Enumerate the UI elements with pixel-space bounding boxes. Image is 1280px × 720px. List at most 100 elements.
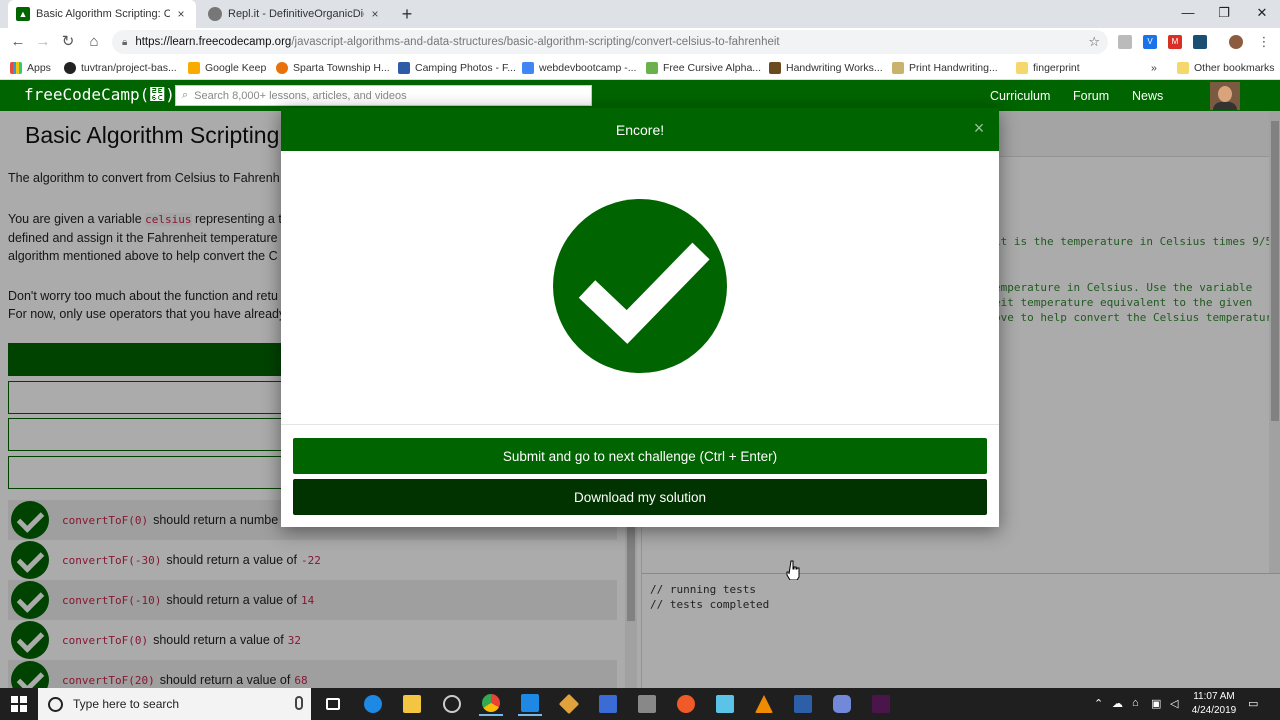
close-icon[interactable]: × <box>971 119 987 137</box>
reload-icon[interactable]: ↻ <box>58 32 78 52</box>
bookmark-label: tuvtran/project-bas... <box>81 62 177 74</box>
extension-icon[interactable] <box>1193 35 1207 49</box>
bookmark-fingerprint[interactable]: fingerprint <box>1016 60 1080 76</box>
folder-icon <box>1016 62 1028 74</box>
tray-app-icon[interactable]: ⌂ <box>1132 697 1139 709</box>
chrome-icon[interactable] <box>479 692 503 716</box>
url-domain: https://learn.freecodecamp.org <box>135 36 292 48</box>
close-tab-icon[interactable]: × <box>368 7 382 21</box>
powershell-icon[interactable] <box>791 692 815 716</box>
bookmark-star-icon[interactable]: ☆ <box>1088 34 1100 50</box>
modal-body <box>281 151 999 425</box>
onedrive-icon[interactable]: ☁ <box>1112 697 1123 710</box>
bookmarks-bar: Apps tuvtran/project-bas... Google Keep … <box>0 56 1280 80</box>
modal-title: Encore! <box>615 121 665 138</box>
other-bookmarks[interactable]: Other bookmarks <box>1177 60 1275 76</box>
tab-title: Basic Algorithm Scripting: Conve <box>36 8 170 20</box>
download-solution-button[interactable]: Download my solution <box>293 479 987 515</box>
bookmark-camping[interactable]: Camping Photos - F... <box>398 60 516 76</box>
search-placeholder: Search 8,000+ lessons, articles, and vid… <box>194 89 407 102</box>
app-icon[interactable] <box>674 692 698 716</box>
bookmark-label: Free Cursive Alpha... <box>663 62 762 74</box>
fcc-favicon-icon: ▲ <box>16 7 30 21</box>
bookmark-handwriting[interactable]: Handwriting Works... <box>769 60 883 76</box>
gmail-extension-icon[interactable]: M <box>1168 35 1182 49</box>
fcc-logo[interactable]: freeCodeCamp(⹬) <box>24 85 175 104</box>
nav-news[interactable]: News <box>1132 89 1163 103</box>
nav-curriculum[interactable]: Curriculum <box>990 89 1050 103</box>
restore-icon[interactable]: ❐ <box>1212 3 1236 23</box>
profile-avatar-icon[interactable] <box>1229 35 1243 49</box>
slack-icon[interactable] <box>869 692 893 716</box>
app-icon[interactable] <box>440 692 464 716</box>
fcc-search-input[interactable]: ⌕ Search 8,000+ lessons, articles, and v… <box>175 85 592 106</box>
google-keep-icon <box>188 62 200 74</box>
hand-cursor-icon <box>786 560 800 580</box>
folder-icon <box>1177 62 1189 74</box>
cortana-icon <box>48 696 63 712</box>
apps-grid-icon <box>10 62 22 74</box>
nav-forum[interactable]: Forum <box>1073 89 1109 103</box>
graduation-cap-icon <box>769 62 781 74</box>
close-tab-icon[interactable]: × <box>174 7 188 21</box>
browser-tab[interactable]: Repl.it - DefinitiveOrganicDiction × <box>200 0 390 28</box>
notifications-icon[interactable]: ▭ <box>1248 697 1258 710</box>
url-path: /javascript-algorithms-and-data-structur… <box>291 36 780 48</box>
photo-icon <box>398 62 410 74</box>
start-button[interactable] <box>0 688 38 720</box>
microphone-icon[interactable] <box>295 696 303 710</box>
user-avatar[interactable] <box>1210 82 1240 110</box>
bookmark-cursive[interactable]: Free Cursive Alpha... <box>646 60 761 76</box>
forward-icon[interactable]: → <box>33 32 53 52</box>
extension-icon[interactable]: V <box>1143 35 1157 49</box>
bookmark-sparta[interactable]: Sparta Township H... <box>276 60 390 76</box>
calculator-icon[interactable] <box>635 692 659 716</box>
tab-title: Repl.it - DefinitiveOrganicDiction <box>228 8 364 20</box>
bookmarks-overflow-icon[interactable]: » <box>1151 60 1157 76</box>
vscode-icon[interactable] <box>518 692 542 716</box>
bookmark-print-handwriting[interactable]: Print Handwriting... <box>892 60 998 76</box>
browser-tab-strip: ▲ Basic Algorithm Scripting: Conve × Rep… <box>0 0 1280 28</box>
bookmark-google-keep[interactable]: Google Keep <box>188 60 266 76</box>
bookmark-label: Print Handwriting... <box>909 62 998 74</box>
extension-icon[interactable] <box>1118 35 1132 49</box>
git-icon[interactable] <box>557 692 581 716</box>
fcc-navbar: freeCodeCamp(⹬) ⌕ Search 8,000+ lessons,… <box>0 80 1280 111</box>
menu-dots-icon[interactable]: ⋮ <box>1254 32 1274 52</box>
replit-favicon-icon <box>208 7 222 21</box>
bookmark-label: Other bookmarks <box>1194 62 1275 74</box>
page-content: freeCodeCamp(⹬) ⌕ Search 8,000+ lessons,… <box>0 80 1280 688</box>
file-explorer-icon[interactable] <box>400 692 424 716</box>
submit-next-challenge-button[interactable]: Submit and go to next challenge (Ctrl + … <box>293 438 987 474</box>
address-bar[interactable]: 🔒︎ https://learn.freecodecamp.org/javasc… <box>112 30 1108 54</box>
cursive-icon <box>646 62 658 74</box>
bookmark-label: Sparta Township H... <box>293 62 390 74</box>
window-close-icon[interactable]: ✕ <box>1250 3 1274 23</box>
completion-modal: Encore! × Submit and go to next challeng… <box>281 108 999 527</box>
bookmark-github[interactable]: tuvtran/project-bas... <box>64 60 177 76</box>
bookmark-apps[interactable]: Apps <box>10 60 51 76</box>
taskbar-search[interactable]: Type here to search <box>38 688 311 720</box>
vlc-icon[interactable] <box>752 692 776 716</box>
minimize-icon[interactable]: — <box>1176 3 1200 23</box>
network-icon[interactable]: ▣ <box>1151 697 1161 710</box>
task-view-icon[interactable] <box>321 692 345 716</box>
browser-toolbar: ← → ↻ ⌂ 🔒︎ https://learn.freecodecamp.or… <box>0 28 1280 56</box>
back-icon[interactable]: ← <box>8 32 28 52</box>
tray-overflow-icon[interactable]: ⌃ <box>1094 697 1103 710</box>
home-icon[interactable]: ⌂ <box>84 32 104 52</box>
success-check-icon <box>553 199 727 373</box>
app-icon[interactable] <box>713 692 737 716</box>
github-icon <box>64 62 76 74</box>
bookmark-webdev[interactable]: webdevbootcamp -... <box>522 60 636 76</box>
bookmark-label: Apps <box>27 62 51 74</box>
browser-tab-active[interactable]: ▲ Basic Algorithm Scripting: Conve × <box>8 0 196 28</box>
discord-icon[interactable] <box>830 692 854 716</box>
volume-icon[interactable]: ◁ <box>1170 697 1178 710</box>
taskbar-clock[interactable]: 11:07 AM 4/24/2019 <box>1190 690 1238 718</box>
windows-taskbar: Type here to search ⌃ ☁ ⌂ ▣ ◁ 11:07 AM 4… <box>0 688 1280 720</box>
bookmark-label: fingerprint <box>1033 62 1080 74</box>
app-icon[interactable] <box>596 692 620 716</box>
edge-icon[interactable] <box>361 692 385 716</box>
new-tab-icon[interactable]: + <box>398 3 416 25</box>
